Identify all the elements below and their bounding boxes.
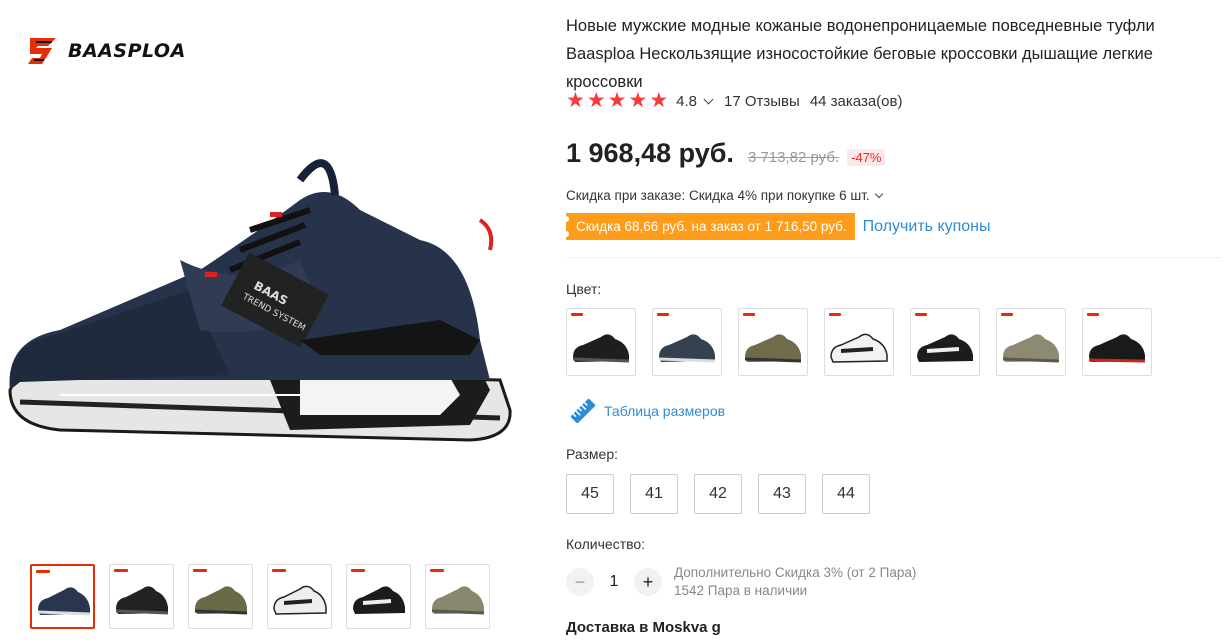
thumbnail[interactable] xyxy=(425,564,490,629)
brand-mark-icon xyxy=(36,570,50,573)
shoe-icon xyxy=(658,334,716,363)
coupon-badge: Скидка 68,66 руб. на заказ от 1 716,50 р… xyxy=(563,213,855,240)
brand-mark-icon xyxy=(657,313,669,316)
current-price: 1 968,48 руб. xyxy=(566,138,734,168)
brand-mark-icon xyxy=(1001,313,1013,316)
shoe-icon xyxy=(353,586,405,614)
color-option-olive-grey[interactable] xyxy=(996,308,1066,376)
star-icon: ★ xyxy=(628,89,648,112)
star-icon: ★ xyxy=(586,89,606,112)
star-icon: ★ xyxy=(566,89,585,112)
thumbnail[interactable] xyxy=(346,564,411,629)
brand-mark-icon xyxy=(193,569,207,572)
brand-mark-icon xyxy=(829,313,841,316)
color-option-white-black[interactable] xyxy=(824,308,894,376)
color-label: Цвет: xyxy=(566,281,602,297)
brand-mark-icon xyxy=(915,313,927,316)
extra-discount-text: Дополнительно Скидка 3% (от 2 Пара) xyxy=(674,565,917,580)
color-options xyxy=(566,308,1152,376)
shoe-icon xyxy=(194,586,248,615)
color-option-black-white[interactable] xyxy=(910,308,980,376)
rating-row: ★ ★ ★ ★ ★ 4.8 17 Отзывы 44 заказа(ов) xyxy=(566,90,902,112)
brand-mark-icon xyxy=(571,313,583,316)
main-product-image[interactable]: BAAS TREND SYSTEM xyxy=(0,140,520,460)
size-chart-label: Таблица размеров xyxy=(604,403,726,419)
size-option[interactable]: 42 xyxy=(694,474,742,514)
brand-logo: BAASPLOA xyxy=(26,36,186,66)
quantity-plus-button[interactable]: + xyxy=(634,568,662,596)
orders-count: 44 заказа(ов) xyxy=(809,92,903,110)
size-option[interactable]: 43 xyxy=(758,474,806,514)
size-options: 45 41 42 43 44 xyxy=(566,474,870,514)
reviews-link[interactable]: 17 Отзывы xyxy=(724,93,800,110)
divider xyxy=(566,257,1221,258)
original-price: 3 713,82 руб. xyxy=(747,149,840,166)
quantity-value[interactable]: 1 xyxy=(594,573,634,591)
rating-value[interactable]: 4.8 xyxy=(676,93,697,110)
brand-mark-icon xyxy=(430,569,444,572)
brand-mark-icon xyxy=(28,38,56,64)
bulk-discount[interactable]: Скидка при заказе: Скидка 4% при покупке… xyxy=(566,188,883,203)
quantity-stepper: − 1 + Дополнительно Скидка 3% (от 2 Пара… xyxy=(566,564,916,600)
shoe-icon xyxy=(744,334,802,363)
brand-mark-icon xyxy=(272,569,286,572)
color-option-black-red[interactable] xyxy=(1082,308,1152,376)
size-option[interactable]: 45 xyxy=(566,474,614,514)
coupon-row: Скидка 68,66 руб. на заказ от 1 716,50 р… xyxy=(563,213,991,240)
thumbnail[interactable] xyxy=(267,564,332,629)
get-coupons-link[interactable]: Получить купоны xyxy=(863,218,991,236)
shoe-icon xyxy=(572,334,630,363)
bulk-discount-text: Скидка при заказе: Скидка 4% при покупке… xyxy=(566,188,870,203)
discount-badge: -47% xyxy=(847,149,886,166)
shoe-icon xyxy=(917,334,973,362)
star-icon: ★ xyxy=(607,89,627,112)
thumbnail[interactable] xyxy=(30,564,95,629)
chevron-down-icon[interactable] xyxy=(703,94,714,104)
shoe-icon xyxy=(37,587,91,616)
shoe-icon xyxy=(431,586,485,615)
thumbnail[interactable] xyxy=(188,564,253,629)
ruler-icon xyxy=(570,398,596,424)
size-chart-link[interactable]: Таблица размеров xyxy=(568,396,725,426)
product-gallery: BAASPLOA BAAS TREND SYSTEM xyxy=(0,0,540,644)
brand-mark-icon xyxy=(1087,313,1099,316)
shoe-icon xyxy=(115,586,169,615)
size-label: Размер: xyxy=(566,446,619,462)
price-row: 1 968,48 руб. 3 713,82 руб. -47% xyxy=(566,138,886,169)
brand-mark-icon xyxy=(114,569,128,572)
shoe-icon xyxy=(830,333,888,363)
brand-name: BAASPLOA xyxy=(68,40,186,62)
color-option-navy-grey[interactable] xyxy=(652,308,722,376)
thumbnail[interactable] xyxy=(109,564,174,629)
chevron-down-icon xyxy=(874,189,883,198)
stock-text: 1542 Пара в наличии xyxy=(674,583,808,598)
thumbnail-strip xyxy=(30,564,490,629)
color-option-khaki-green[interactable] xyxy=(738,308,808,376)
product-title: Новые мужские модные кожаные водонепрони… xyxy=(566,17,1155,91)
star-icon: ★ xyxy=(649,89,669,112)
shoe-icon xyxy=(1088,334,1146,363)
shoe-icon xyxy=(1002,334,1060,363)
delivery-heading[interactable]: Доставка в Moskva g xyxy=(566,619,721,636)
quantity-note: Дополнительно Скидка 3% (от 2 Пара) 1542… xyxy=(674,564,916,600)
size-option[interactable]: 44 xyxy=(822,474,870,514)
brand-mark-icon xyxy=(351,569,365,572)
color-option-black[interactable] xyxy=(566,308,636,376)
shoe-icon xyxy=(273,585,327,615)
size-option[interactable]: 41 xyxy=(630,474,678,514)
quantity-label: Количество: xyxy=(566,536,646,552)
star-rating: ★ ★ ★ ★ ★ xyxy=(566,90,668,112)
brand-mark-icon xyxy=(743,313,755,316)
quantity-minus-button[interactable]: − xyxy=(566,568,594,596)
